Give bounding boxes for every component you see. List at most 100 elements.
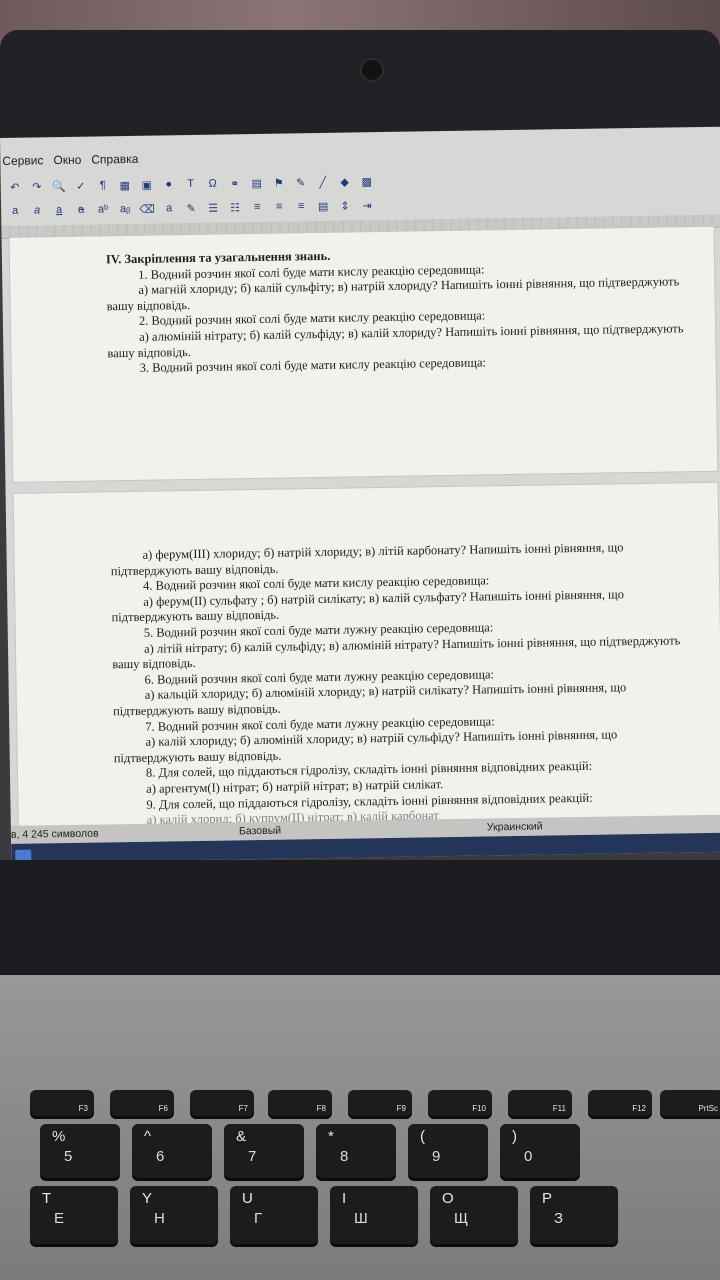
redo-icon[interactable]: ↷ xyxy=(29,179,45,193)
letter-key[interactable]: OЩ xyxy=(430,1186,518,1244)
letter-key[interactable]: UГ xyxy=(230,1186,318,1244)
document-page-2: а) ферум(III) хлориду; б) натрій хлориду… xyxy=(13,482,720,854)
grid-icon[interactable]: ▩ xyxy=(359,174,375,188)
numbering-icon[interactable]: ☷ xyxy=(227,200,243,214)
webcam xyxy=(362,60,382,80)
number-key[interactable]: * 8 xyxy=(316,1124,396,1178)
number-key[interactable]: & 7 xyxy=(224,1124,304,1178)
function-key[interactable]: F9 xyxy=(348,1090,412,1116)
strikethrough-icon[interactable]: a xyxy=(73,203,89,217)
number-key[interactable]: (9 xyxy=(408,1124,488,1178)
subscript-icon[interactable]: aᵦ xyxy=(117,202,133,216)
italic-icon[interactable]: a xyxy=(29,203,45,217)
key-cyrillic-label: Щ xyxy=(454,1210,469,1227)
key-latin-label: U xyxy=(242,1190,253,1207)
special-char-icon[interactable]: Ω xyxy=(205,177,221,191)
function-key[interactable]: F12 xyxy=(588,1090,652,1116)
menu-help[interactable]: Справка xyxy=(91,150,138,171)
page-style[interactable]: Базовый xyxy=(239,825,281,838)
function-key[interactable]: F3 xyxy=(30,1090,94,1116)
key-label: F10 xyxy=(472,1104,486,1113)
superscript-icon[interactable]: aᵇ xyxy=(95,202,111,216)
key-cyrillic-label: Ш xyxy=(354,1210,368,1227)
key-label: 9 xyxy=(432,1148,441,1165)
chart-icon[interactable]: ● xyxy=(161,177,177,191)
key-cyrillic-label: Н xyxy=(154,1210,165,1227)
key-shift-label: % xyxy=(52,1128,66,1145)
key-shift-label: ) xyxy=(512,1128,517,1145)
laptop-screen: Сервис Окно Справка ↶ ↷ 🔍 ✓ ¶ ▦ ▣ ● T Ω … xyxy=(0,126,720,863)
document-page-1: IV. Закріплення та узагальнення знань. 1… xyxy=(9,226,718,482)
key-shift-label: ( xyxy=(420,1128,425,1145)
letter-key[interactable]: IШ xyxy=(330,1186,418,1244)
page-1-text: IV. Закріплення та узагальнення знань. 1… xyxy=(106,243,686,377)
function-key[interactable]: F6 xyxy=(110,1090,174,1116)
align-left-icon[interactable]: ≡ xyxy=(249,200,265,214)
shapes-icon[interactable]: ◆ xyxy=(337,174,353,188)
clear-format-icon[interactable]: ⌫ xyxy=(139,202,155,216)
key-label: F11 xyxy=(552,1104,566,1113)
key-label: F3 xyxy=(78,1104,88,1113)
indent-icon[interactable]: ⇥ xyxy=(359,198,375,212)
key-label: 6 xyxy=(156,1148,165,1165)
font-color-icon[interactable]: a xyxy=(161,201,177,215)
undo-icon[interactable]: ↶ xyxy=(7,180,23,194)
key-label: F12 xyxy=(632,1104,646,1113)
key-label: 0 xyxy=(524,1148,533,1165)
key-cyrillic-label: Г xyxy=(254,1210,263,1227)
key-label: 5 xyxy=(64,1148,73,1165)
align-right-icon[interactable]: ≡ xyxy=(293,199,309,213)
key-shift-label: ^ xyxy=(144,1128,152,1145)
letter-key[interactable]: YН xyxy=(130,1186,218,1244)
function-key[interactable]: PrtSc xyxy=(660,1090,720,1116)
page-2-text: а) ферум(III) хлориду; б) натрій хлориду… xyxy=(110,539,692,829)
function-key[interactable]: F10 xyxy=(428,1090,492,1116)
bookmark-icon[interactable]: ⚑ xyxy=(271,176,287,190)
key-cyrillic-label: Е xyxy=(54,1210,65,1227)
key-label: PrtSc xyxy=(698,1104,718,1113)
word-count: в, 4 245 символов xyxy=(10,827,99,841)
link-icon[interactable]: ⚭ xyxy=(227,176,243,190)
laptop-bezel-bottom xyxy=(0,860,720,980)
line-icon[interactable]: ╱ xyxy=(315,175,331,189)
key-latin-label: T xyxy=(42,1190,52,1207)
key-label: F9 xyxy=(396,1104,406,1113)
number-key[interactable]: % 5 xyxy=(40,1124,120,1178)
footnote-icon[interactable]: ▤ xyxy=(249,176,265,190)
pilcrow-icon[interactable]: ¶ xyxy=(95,178,111,192)
key-shift-label: * xyxy=(328,1128,334,1145)
letter-key[interactable]: TЕ xyxy=(30,1186,118,1244)
key-shift-label: & xyxy=(236,1128,247,1145)
number-key[interactable]: ^ 6 xyxy=(132,1124,212,1178)
key-latin-label: I xyxy=(342,1190,347,1207)
highlight-icon[interactable]: ✎ xyxy=(183,201,199,215)
function-key[interactable]: F11 xyxy=(508,1090,572,1116)
find-icon[interactable]: 🔍 xyxy=(51,179,67,193)
language[interactable]: Украинский xyxy=(487,821,543,834)
justify-icon[interactable]: ▤ xyxy=(315,199,331,213)
menu-window[interactable]: Окно xyxy=(53,151,81,171)
laptop-bezel-top xyxy=(0,30,720,142)
key-latin-label: P xyxy=(542,1190,553,1207)
image-icon[interactable]: ▣ xyxy=(139,178,155,192)
letter-key[interactable]: PЗ xyxy=(530,1186,618,1244)
key-cyrillic-label: З xyxy=(554,1210,564,1227)
bullets-icon[interactable]: ☰ xyxy=(205,201,221,215)
textbox-icon[interactable]: T xyxy=(183,177,199,191)
comment-icon[interactable]: ✎ xyxy=(293,175,309,189)
function-key[interactable]: F7 xyxy=(190,1090,254,1116)
key-label: F7 xyxy=(238,1104,248,1113)
align-center-icon[interactable]: ≡ xyxy=(271,199,287,213)
key-latin-label: Y xyxy=(142,1190,153,1207)
function-key[interactable]: F8 xyxy=(268,1090,332,1116)
key-latin-label: O xyxy=(442,1190,454,1207)
underline-icon[interactable]: a xyxy=(51,203,67,217)
key-label: 8 xyxy=(340,1148,349,1165)
menu-tools[interactable]: Сервис xyxy=(2,151,43,172)
number-key[interactable]: ) 0 xyxy=(500,1124,580,1178)
spellcheck-icon[interactable]: ✓ xyxy=(73,179,89,193)
bold-icon[interactable]: a xyxy=(7,204,23,218)
table-icon[interactable]: ▦ xyxy=(117,178,133,192)
line-spacing-icon[interactable]: ⇕ xyxy=(337,198,353,212)
key-label: F6 xyxy=(158,1104,168,1113)
